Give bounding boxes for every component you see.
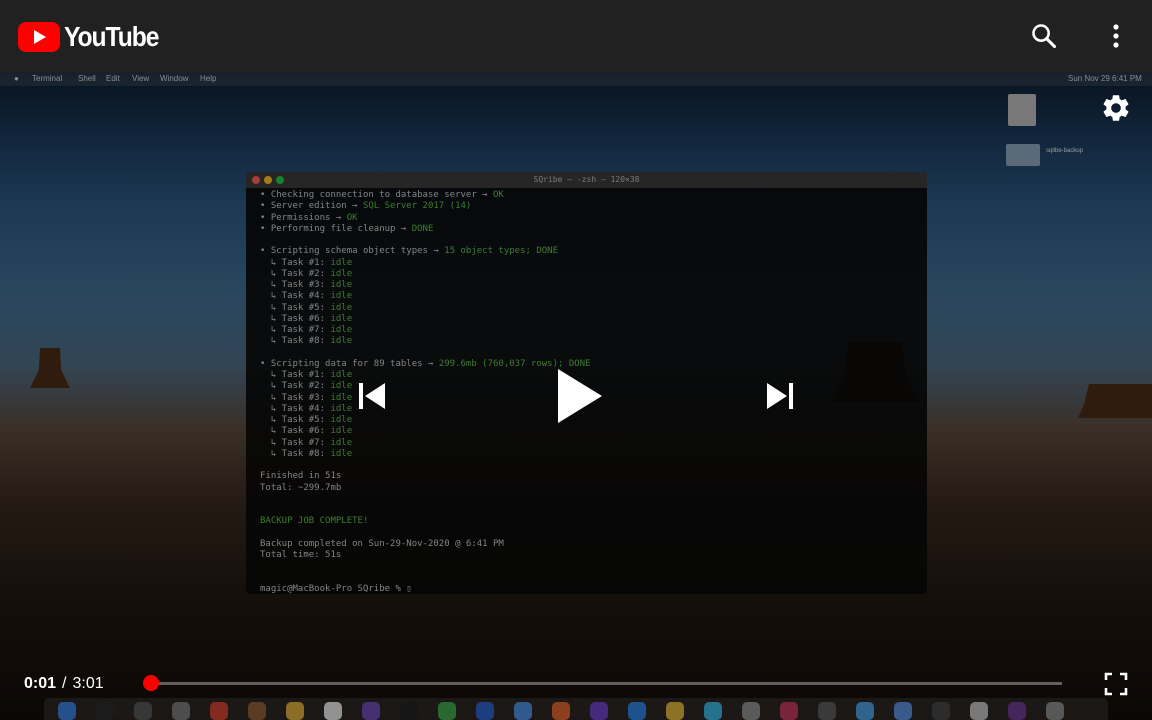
duration: 3:01 [72,675,104,692]
more-options-button[interactable] [1098,18,1134,54]
skip-previous-icon [359,383,385,409]
search-button[interactable] [1026,18,1062,54]
skip-next-icon [767,383,793,409]
time-separator: / [62,675,67,692]
youtube-logo-icon [18,22,60,52]
logo-text: YouTube [64,21,159,52]
settings-button[interactable] [1096,88,1136,128]
video-player[interactable]: ● Terminal Shell Edit View Window Help S… [0,72,1152,720]
gear-icon [1103,95,1129,121]
previous-video-button[interactable] [350,372,394,420]
progress-scrubber[interactable] [143,675,160,691]
progress-bar[interactable] [143,675,1062,691]
more-vert-icon [1113,24,1119,48]
youtube-logo[interactable]: YouTube [18,21,171,52]
search-icon [1032,24,1057,49]
fullscreen-button[interactable] [1098,666,1134,702]
play-icon [558,369,602,423]
next-video-button[interactable] [758,372,802,420]
fullscreen-icon [1104,672,1128,696]
play-button[interactable] [548,362,612,430]
top-app-bar: YouTube [0,0,1152,72]
current-time: 0:01 [24,675,57,692]
time-display: 0:01 / 3:01 [24,675,104,693]
progress-track [144,682,1062,685]
